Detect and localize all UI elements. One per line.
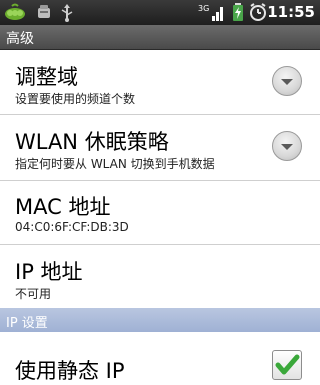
chevron-down-icon: [281, 79, 293, 85]
pref-summary: 设置要使用的频道个数: [15, 92, 136, 106]
page-title: 高级: [6, 31, 34, 47]
dropdown-button[interactable]: [272, 131, 302, 161]
static-ip-checkbox[interactable]: [272, 350, 302, 380]
pref-title: 调整域: [15, 65, 78, 89]
pref-mac-address: MAC 地址 04:C0:6F:CF:DB:3D: [0, 181, 320, 244]
android-pea-icon: [4, 2, 26, 26]
pref-title: WLAN 休眠策略: [15, 130, 169, 154]
3g-signal-icon: 3G: [198, 2, 224, 26]
notification-icon: [36, 4, 52, 24]
checkmark-icon: [275, 354, 300, 375]
battery-charging-icon: [232, 3, 244, 25]
dropdown-button[interactable]: [272, 66, 302, 96]
status-bar: 3G 11:55: [0, 0, 320, 25]
section-header-ip-settings: IP 设置: [0, 308, 320, 332]
pref-summary: 指定何时要从 WLAN 切换到手机数据: [15, 157, 215, 171]
pref-title: IP 地址: [15, 260, 83, 284]
title-bar: 高级: [0, 25, 320, 50]
section-header-label: IP 设置: [6, 316, 48, 331]
alarm-icon: [249, 3, 267, 25]
pref-title: 使用静态 IP: [15, 359, 125, 383]
svg-text:3G: 3G: [198, 4, 209, 13]
clock-time: 11:55: [267, 3, 315, 21]
pref-summary: 04:C0:6F:CF:DB:3D: [15, 220, 129, 234]
pref-ip-address: IP 地址 不可用: [0, 245, 320, 308]
pref-regulatory-domain[interactable]: 调整域 设置要使用的频道个数: [0, 50, 320, 114]
pref-wlan-sleep-policy[interactable]: WLAN 休眠策略 指定何时要从 WLAN 切换到手机数据: [0, 115, 320, 180]
usb-icon: [60, 4, 74, 26]
pref-title: MAC 地址: [15, 195, 111, 219]
pref-summary: 不可用: [15, 287, 52, 301]
chevron-down-icon: [281, 144, 293, 150]
